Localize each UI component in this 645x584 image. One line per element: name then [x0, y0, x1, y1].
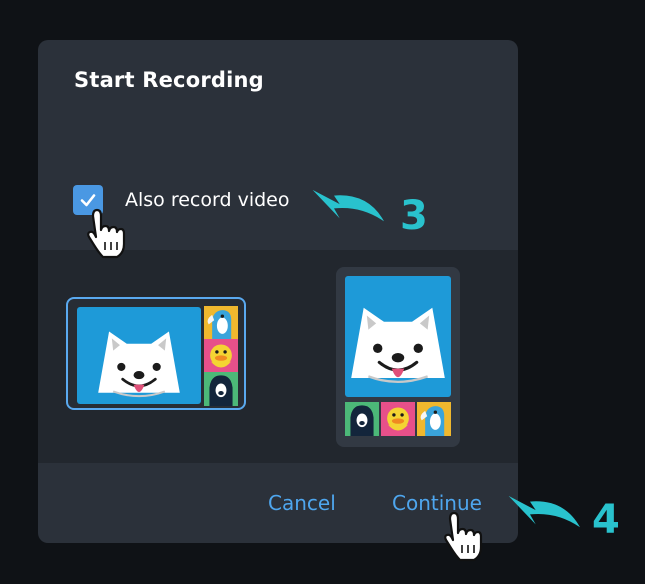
continue-button[interactable]: Continue: [392, 491, 482, 515]
speaker-top-layout-preview: [345, 276, 451, 436]
record-video-label: Also record video: [125, 189, 290, 211]
dialog-title: Start Recording: [74, 68, 264, 92]
start-recording-dialog: Start Recording Also record video Cancel…: [38, 40, 518, 543]
step-number-4: 4: [592, 497, 620, 543]
hooded-avatar: [345, 402, 379, 436]
cancel-button[interactable]: Cancel: [268, 491, 336, 515]
speaker-side-layout-option[interactable]: [66, 297, 246, 410]
hooded-avatar: [204, 372, 238, 406]
toucan-avatar: [204, 306, 238, 340]
dialog-footer: Cancel Continue: [38, 463, 518, 543]
check-icon: [80, 194, 96, 207]
record-video-checkbox[interactable]: [73, 185, 103, 215]
speaker-top-layout-option[interactable]: [336, 267, 460, 447]
toucan-avatar: [417, 402, 451, 436]
layout-options-panel: [38, 250, 518, 463]
speaker-side-layout-preview: [77, 306, 238, 406]
record-video-option[interactable]: Also record video: [73, 184, 289, 216]
duck-avatar: [381, 402, 415, 436]
duck-avatar: [204, 339, 238, 373]
step-number-3: 3: [400, 193, 428, 239]
